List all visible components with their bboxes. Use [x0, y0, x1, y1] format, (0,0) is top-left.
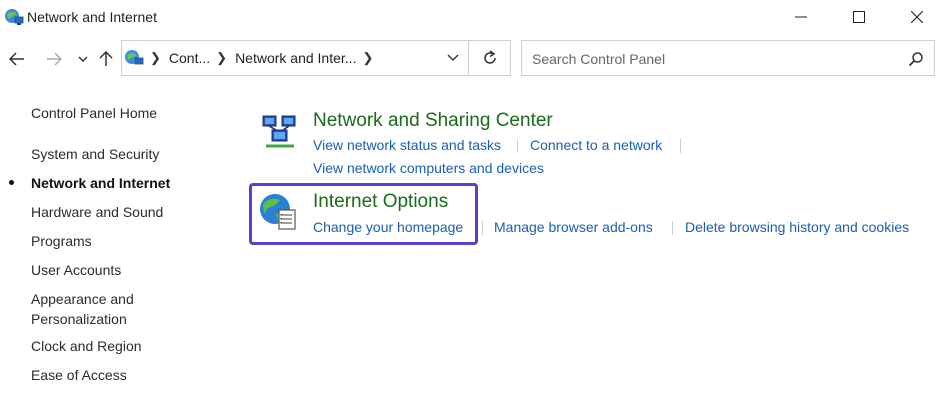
refresh-button[interactable] [469, 40, 511, 76]
active-bullet [9, 180, 14, 185]
sidebar-item-user-accounts[interactable]: User Accounts [31, 260, 231, 280]
internet-options-title[interactable]: Internet Options [313, 191, 448, 213]
link-separator [680, 139, 681, 153]
up-button[interactable] [95, 48, 117, 70]
recent-locations-button[interactable] [72, 48, 94, 70]
breadcrumb-control-panel[interactable]: Cont... [169, 50, 210, 66]
search-box[interactable] [521, 40, 935, 76]
link-separator [672, 221, 673, 235]
view-network-status-link[interactable]: View network status and tasks [313, 137, 501, 153]
chevron-down-icon [78, 56, 88, 62]
network-sharing-center-title[interactable]: Network and Sharing Center [313, 110, 553, 132]
maximize-button[interactable] [836, 0, 882, 34]
breadcrumb-separator[interactable]: ❯ [362, 50, 373, 66]
navigation-bar: ❯ Cont... ❯ Network and Inter... ❯ [0, 38, 940, 80]
close-button[interactable] [894, 0, 940, 34]
title-bar: Network and Internet [0, 0, 940, 36]
chevron-down-icon[interactable] [446, 51, 460, 65]
internet-options-icon[interactable] [258, 192, 298, 232]
sidebar-item-network-internet[interactable]: Network and Internet [31, 173, 231, 193]
network-sharing-icon[interactable] [260, 112, 300, 152]
sidebar-item-system-security[interactable]: System and Security [31, 144, 231, 164]
search-input[interactable] [530, 49, 894, 69]
arrow-right-icon [47, 52, 62, 66]
refresh-icon [483, 50, 496, 64]
sidebar-item-control-panel-home[interactable]: Control Panel Home [31, 103, 231, 123]
breadcrumb-separator: ❯ [150, 50, 161, 65]
delete-browsing-history-link[interactable]: Delete browsing history and cookies [685, 219, 909, 235]
breadcrumb-separator[interactable]: ❯ [216, 50, 227, 66]
back-button[interactable] [6, 48, 28, 70]
change-homepage-link[interactable]: Change your homepage [313, 219, 463, 235]
link-separator [482, 221, 483, 235]
sidebar-item-appearance-personalization[interactable]: Appearance and Personalization [31, 289, 151, 329]
address-bar[interactable]: ❯ Cont... ❯ Network and Inter... ❯ [121, 40, 469, 76]
maximize-icon [853, 11, 865, 23]
connect-network-link[interactable]: Connect to a network [530, 137, 662, 153]
arrow-left-icon [9, 52, 24, 66]
breadcrumb-network-internet[interactable]: Network and Inter... [235, 50, 356, 66]
minimize-icon [795, 16, 807, 18]
search-icon[interactable] [908, 51, 924, 67]
link-separator [517, 139, 518, 153]
sidebar-item-hardware-sound[interactable]: Hardware and Sound [31, 202, 231, 222]
control-panel-icon [125, 50, 144, 65]
sidebar-item-programs[interactable]: Programs [31, 231, 231, 251]
close-icon [911, 11, 923, 23]
window-title: Network and Internet [27, 9, 157, 25]
arrow-up-icon [99, 51, 113, 66]
sidebar-item-clock-region[interactable]: Clock and Region [31, 336, 231, 356]
manage-addons-link[interactable]: Manage browser add-ons [494, 219, 653, 235]
forward-button[interactable] [43, 48, 65, 70]
network-globe-icon [5, 9, 24, 25]
minimize-button[interactable] [778, 0, 824, 34]
view-network-computers-link[interactable]: View network computers and devices [313, 160, 544, 176]
sidebar-item-ease-of-access[interactable]: Ease of Access [31, 365, 231, 385]
